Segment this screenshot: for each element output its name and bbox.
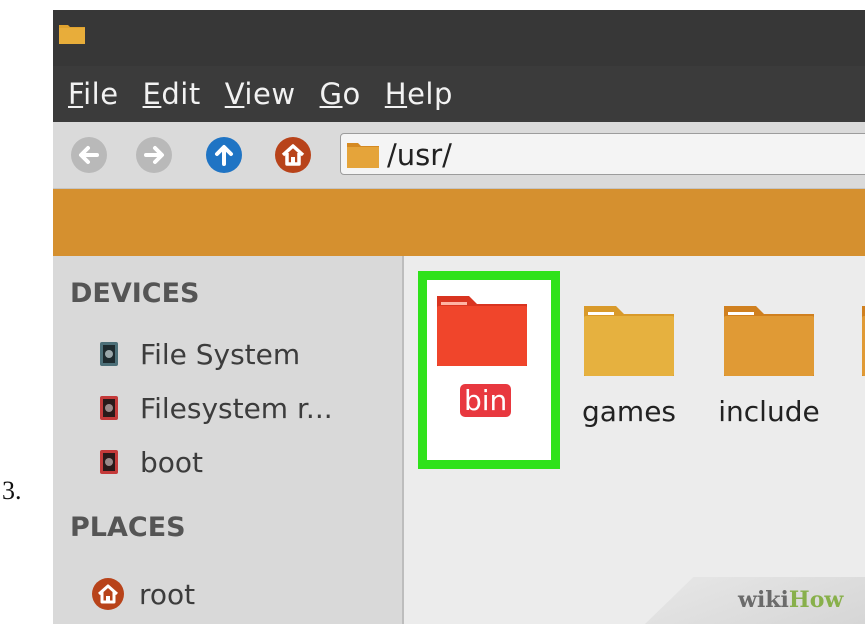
sidebar-item-root[interactable]: root: [91, 574, 195, 614]
sidebar-header-devices: DEVICES: [70, 278, 200, 309]
step-number: 3.: [2, 476, 22, 505]
folder-icon: [584, 306, 674, 376]
sidebar: DEVICES File System Filesystem r... boot…: [53, 256, 404, 624]
drive-icon: [100, 450, 118, 474]
sidebar-item-file-system[interactable]: File System: [99, 334, 300, 374]
menu-view[interactable]: View: [225, 77, 296, 111]
arrow-up-icon: [215, 145, 233, 166]
forward-button[interactable]: [136, 137, 172, 173]
watermark-how: How: [788, 587, 844, 613]
file-label: bin: [460, 384, 512, 417]
folder-icon: [59, 25, 85, 44]
toolbar: /usr/: [53, 122, 865, 189]
back-button[interactable]: [71, 137, 107, 173]
home-icon: [92, 578, 124, 610]
home-button[interactable]: [275, 137, 311, 173]
menu-file[interactable]: File: [68, 77, 119, 111]
file-manager-window: File Edit View Go Help /usr/ DEVICES Fil…: [53, 10, 865, 624]
location-band: [53, 189, 865, 256]
sidebar-item-filesystem-root[interactable]: Filesystem r...: [99, 388, 333, 428]
drive-icon: [100, 396, 118, 420]
arrow-left-icon: [79, 146, 99, 164]
title-bar: [53, 10, 865, 66]
file-label: games: [581, 395, 677, 428]
sidebar-item-label: boot: [140, 445, 204, 479]
folder-icon: [347, 143, 379, 168]
menu-edit[interactable]: Edit: [143, 77, 201, 111]
file-item-bin[interactable]: bin: [418, 271, 560, 469]
watermark-wiki: wiki: [738, 587, 789, 613]
address-path: /usr/: [387, 138, 452, 172]
sidebar-header-places: PLACES: [70, 512, 186, 543]
sidebar-item-boot[interactable]: boot: [99, 442, 203, 482]
folder-icon: [724, 306, 814, 376]
menu-help[interactable]: Help: [385, 77, 453, 111]
watermark-text: wikiHow: [738, 587, 843, 613]
up-button[interactable]: [206, 137, 242, 173]
file-label: include: [718, 395, 820, 428]
sidebar-item-label: File System: [140, 337, 301, 371]
file-item-games[interactable]: games: [564, 280, 694, 460]
arrow-right-icon: [144, 146, 164, 164]
sidebar-item-label: root: [139, 577, 196, 611]
address-bar[interactable]: /usr/: [340, 133, 865, 175]
drive-icon: [100, 342, 118, 366]
file-item-partial[interactable]: [852, 280, 865, 460]
file-item-include[interactable]: include: [704, 280, 834, 460]
folder-icon: [437, 296, 527, 366]
home-icon: [281, 144, 305, 166]
file-view: bin games include: [404, 256, 865, 624]
menu-go[interactable]: Go: [320, 77, 361, 111]
sidebar-item-label: Filesystem r...: [140, 391, 333, 425]
menu-bar: File Edit View Go Help: [53, 66, 865, 122]
